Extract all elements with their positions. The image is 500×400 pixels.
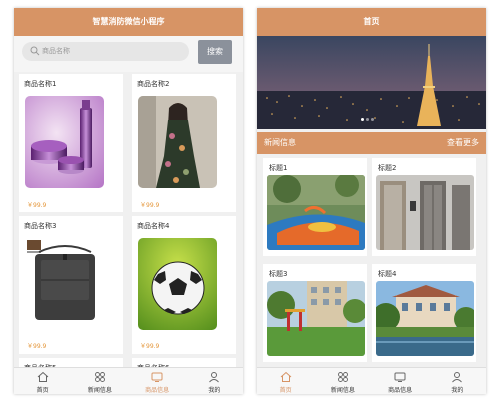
home-page: 首页 新闻信息 查看更多 标题1 标题2 标题3 标题4 首页 新闻信息 商品信… [257,8,486,394]
tab-news[interactable]: 新闻信息 [314,368,371,394]
tab-bar: 首页 新闻信息 商品信息 我的 [14,367,243,394]
product-price: ￥99.9 [140,343,160,350]
product-card[interactable]: 商品名称1 ￥99.9 [19,74,123,212]
carousel-dot[interactable] [361,118,364,121]
banner-carousel[interactable] [257,36,486,129]
product-card[interactable]: 商品名称2 ￥99.9 [132,74,236,212]
news-card[interactable]: 标题4 [372,264,476,362]
product-image-football [138,238,217,330]
grid-icon [94,372,105,382]
news-image-playground [267,175,365,250]
news-image-garden [267,281,365,356]
product-name: 商品名称2 [137,80,170,88]
product-image-dress [138,96,217,188]
tab-label: 首页 [36,387,49,394]
product-price: ￥99.9 [27,343,47,350]
product-name: 商品名称3 [24,222,57,230]
tab-label: 首页 [279,387,292,394]
news-image-villa [376,281,474,356]
tab-home[interactable]: 首页 [257,368,314,394]
product-price: ￥99.9 [27,202,47,209]
carousel-dot[interactable] [371,118,374,121]
tab-label: 新闻信息 [330,387,355,394]
tab-mine[interactable]: 我的 [186,368,243,394]
user-icon [209,372,220,383]
page-title: 首页 [257,8,486,36]
tab-products[interactable]: 商品信息 [372,368,429,394]
news-card[interactable]: 标题3 [263,264,367,362]
search-input[interactable]: 商品名称 [22,42,189,61]
page-title: 智慧消防微信小程序 [14,8,243,36]
news-image-elevator [376,175,474,250]
news-section-header: 新闻信息 查看更多 [257,132,486,154]
news-section-title: 新闻信息 [264,138,296,147]
product-image-bag [25,238,104,330]
tab-label: 新闻信息 [87,387,112,394]
view-more-link[interactable]: 查看更多 [447,132,479,154]
product-page: 智慧消防微信小程序 商品名称 搜索 商品名称1 ￥99.9 商品名称2 ￥99.… [14,8,243,394]
carousel-indicator [360,106,375,125]
news-title: 标题4 [378,270,397,278]
search-button[interactable]: 搜索 [198,40,232,64]
search-bar: 商品名称 搜索 [14,36,243,72]
grid-icon [337,372,348,382]
tab-label: 商品信息 [388,387,413,394]
tab-label: 我的 [208,387,221,394]
tab-mine[interactable]: 我的 [429,368,486,394]
product-name: 商品名称1 [24,80,57,88]
tab-products[interactable]: 商品信息 [129,368,186,394]
tab-label: 商品信息 [145,387,170,394]
carousel-dot[interactable] [366,118,369,121]
monitor-icon [151,372,163,382]
product-card[interactable]: 商品名称4 ￥99.9 [132,216,236,354]
home-icon [280,371,291,382]
tab-home[interactable]: 首页 [14,368,71,394]
product-card[interactable]: 商品名称3 ￥99.9 [19,216,123,354]
search-placeholder: 商品名称 [42,47,70,55]
tab-news[interactable]: 新闻信息 [71,368,128,394]
monitor-icon [394,372,406,382]
news-card[interactable]: 标题2 [372,158,476,256]
news-title: 标题1 [269,164,288,172]
news-card[interactable]: 标题1 [263,158,367,256]
product-image-cosmetics [25,96,104,188]
search-icon [30,46,40,56]
user-icon [452,372,463,383]
product-name: 商品名称4 [137,222,170,230]
screen: 智慧消防微信小程序 商品名称 搜索 商品名称1 ￥99.9 商品名称2 ￥99.… [0,0,500,400]
news-title: 标题2 [378,164,397,172]
home-icon [37,371,48,382]
tab-label: 我的 [451,387,464,394]
news-title: 标题3 [269,270,288,278]
tab-bar: 首页 新闻信息 商品信息 我的 [257,367,486,394]
product-price: ￥99.9 [140,202,160,209]
